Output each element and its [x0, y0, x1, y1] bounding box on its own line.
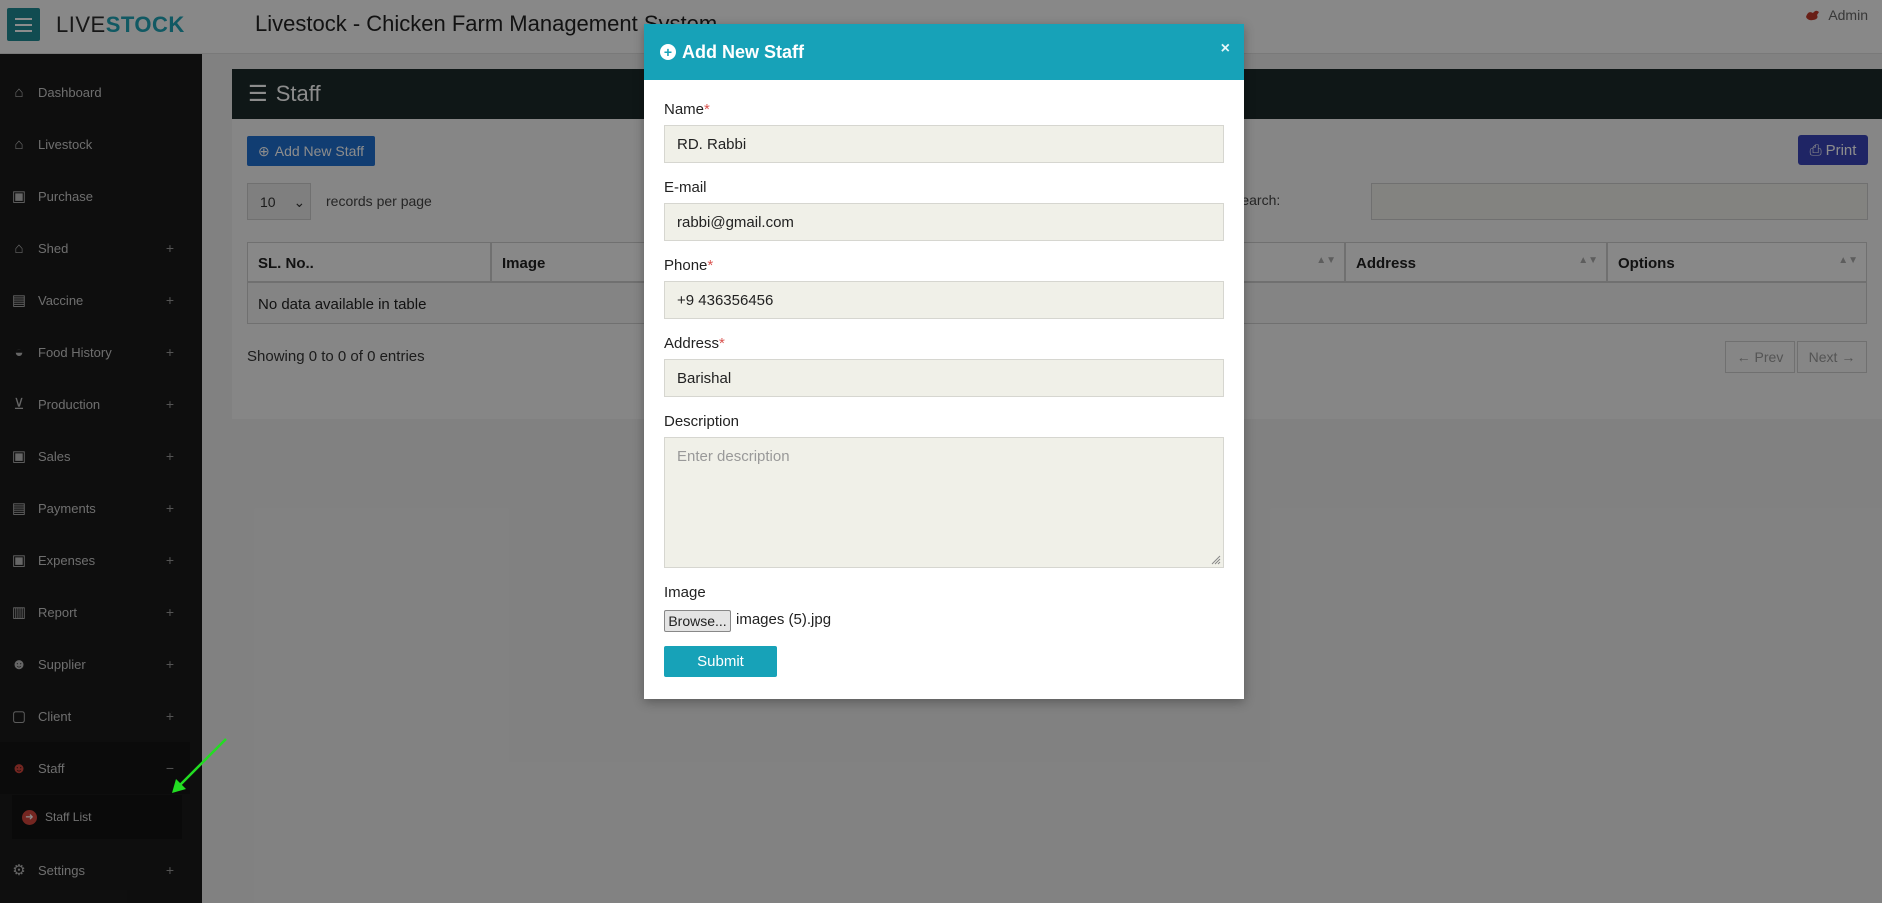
submit-button[interactable]: Submit [664, 646, 777, 677]
email-field[interactable]: rabbi@gmail.com [664, 203, 1224, 241]
name-label-text: Name [664, 101, 705, 118]
annotation-arrow-icon [172, 738, 227, 793]
modal-title: Add New Staff [682, 41, 805, 62]
email-label: E-mail [664, 179, 707, 196]
browse-button[interactable]: Browse... [664, 610, 731, 632]
required-mark: * [704, 101, 710, 118]
plus-circle-icon: + [660, 44, 676, 60]
address-label: Address* [664, 335, 725, 352]
required-mark: * [719, 335, 725, 352]
address-field[interactable]: Barishal [664, 359, 1224, 397]
description-textarea[interactable]: Enter description [664, 437, 1224, 568]
description-placeholder: Enter description [677, 448, 790, 465]
name-label: Name* [664, 101, 710, 118]
description-label: Description [664, 413, 740, 430]
selected-file-name: images (5).jpg [736, 611, 832, 628]
image-label: Image [664, 584, 706, 601]
close-button[interactable]: × [1221, 40, 1230, 58]
required-mark: * [707, 257, 714, 274]
address-label-text: Address [664, 335, 720, 352]
phone-label: Phone* [664, 257, 713, 274]
phone-label-text: Phone [664, 257, 708, 274]
add-staff-modal: + Add New Staff × Name* RD. Rabbi E-mail… [644, 24, 1244, 699]
modal-header: + Add New Staff × [644, 24, 1244, 80]
resize-handle-icon[interactable] [1211, 555, 1221, 565]
name-field[interactable]: RD. Rabbi [664, 125, 1224, 163]
phone-field[interactable]: +9 436356456 [664, 281, 1224, 319]
